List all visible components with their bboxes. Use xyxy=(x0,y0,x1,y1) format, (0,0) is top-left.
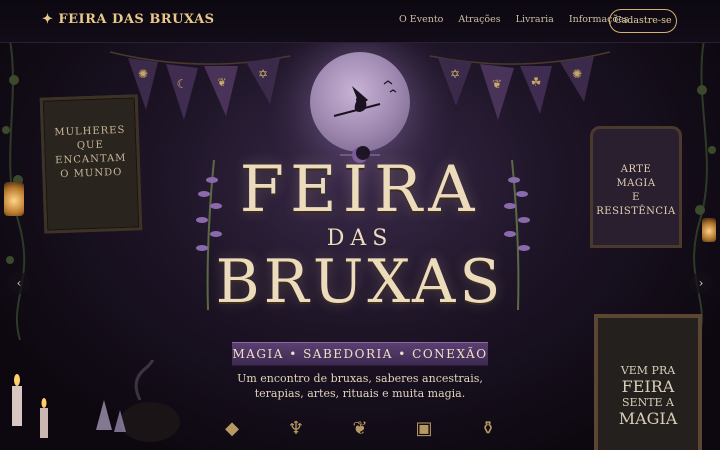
board-line: VEM PRA xyxy=(620,364,676,377)
svg-text:✺: ✺ xyxy=(572,67,582,81)
tagline-ribbon: MAGIA • SABEDORIA • CONEXÃO xyxy=(232,342,488,366)
chalice-icon: ♆ xyxy=(287,418,305,439)
lantern-icon xyxy=(4,182,24,216)
svg-text:✺: ✺ xyxy=(138,67,148,81)
brand-logo[interactable]: ✦ FEIRA DAS BRUXAS xyxy=(42,12,215,27)
carousel-prev-arrow[interactable]: ‹ xyxy=(8,272,30,294)
nav-link-o-evento[interactable]: O Evento xyxy=(399,14,443,25)
svg-text:❦: ❦ xyxy=(492,77,502,91)
book-icon: ▣ xyxy=(415,418,433,439)
svg-text:☘: ☘ xyxy=(531,75,542,89)
nav-link-atracoes[interactable]: Atrações xyxy=(458,14,500,25)
nav-links: O Evento Atrações Livraria Informações xyxy=(399,14,629,25)
svg-text:✡: ✡ xyxy=(258,67,268,81)
potion-icon: ⚱ xyxy=(480,418,496,439)
star-icon: ✦ xyxy=(42,12,54,27)
herb-icon: ❦ xyxy=(352,418,368,439)
chalkboard-sign: VEM PRA FEIRA SENTE A MAGIA xyxy=(594,314,702,450)
feature-icons-row: ◆ ♆ ❦ ▣ ⚱ xyxy=(222,418,498,442)
sign-right-line: E xyxy=(632,192,640,203)
svg-text:❦: ❦ xyxy=(217,76,226,89)
board-line: FEIRA xyxy=(621,377,675,396)
crystal-icon: ◆ xyxy=(225,418,239,439)
sign-right-line: ARTE xyxy=(620,164,652,175)
top-navbar: ✦ FEIRA DAS BRUXAS O Evento Atrações Livr… xyxy=(0,0,720,43)
candles-and-cauldron xyxy=(12,360,180,442)
board-line: SENTE A xyxy=(622,396,674,409)
title-bruxas: BRUXAS xyxy=(215,247,505,317)
lantern-icon xyxy=(702,218,716,242)
nav-link-livraria[interactable]: Livraria xyxy=(516,14,554,25)
sign-mulheres: MULHERES QUE ENCANTAM O MUNDO xyxy=(39,94,143,234)
brand-name: FEIRA DAS BRUXAS xyxy=(58,12,215,27)
svg-text:☾: ☾ xyxy=(177,77,188,91)
board-line: MAGIA xyxy=(618,409,678,428)
svg-text:✡: ✡ xyxy=(450,67,460,81)
carousel-next-arrow[interactable]: › xyxy=(690,272,712,294)
cadastre-se-button[interactable]: Cadastre-se xyxy=(609,9,677,33)
sign-arte-magia: ARTE MAGIA E RESISTÊNCIA xyxy=(590,126,682,248)
witch-on-broom-icon xyxy=(333,80,397,117)
hero-banner: ✺ ☾ ❦ ✡ ✡ ❦ ☘ ✺ FEIRA DAS BRUXAS MAGIA •… xyxy=(0,0,720,450)
sign-right-line: RESISTÊNCIA xyxy=(596,206,676,217)
sign-right-line: MAGIA xyxy=(616,178,656,189)
